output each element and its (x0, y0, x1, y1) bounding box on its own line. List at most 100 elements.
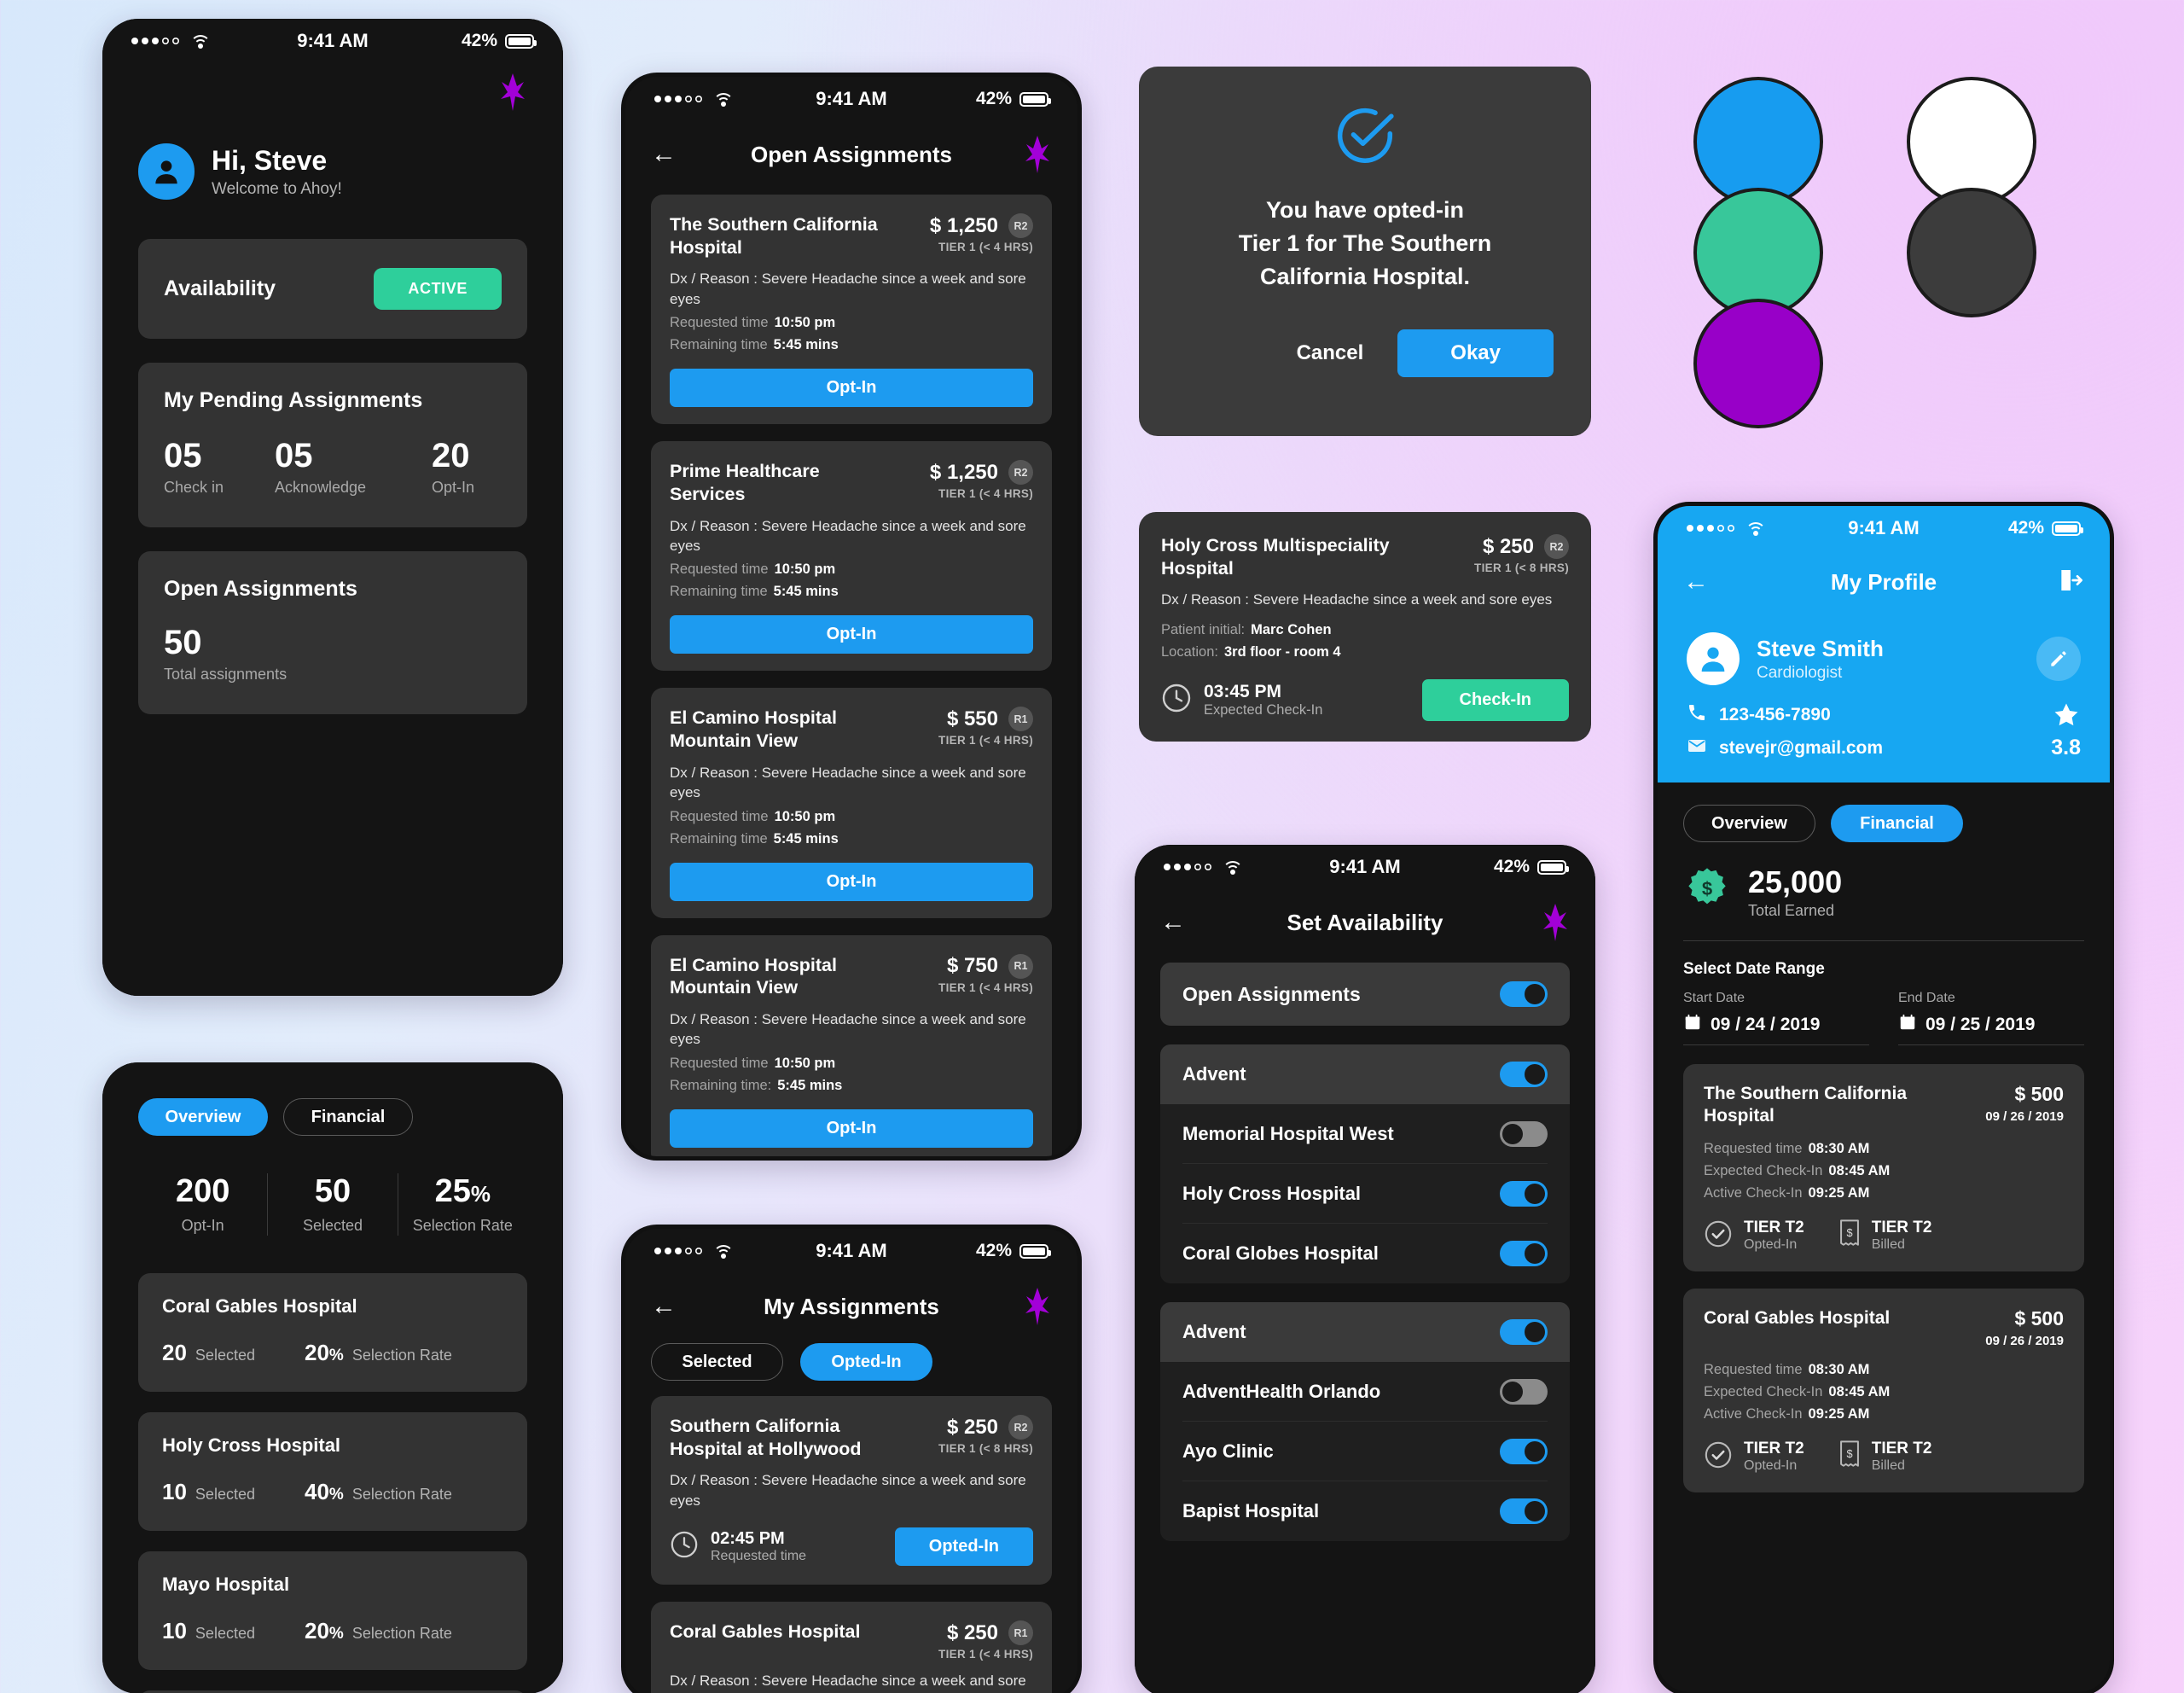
tier-optin-block: TIER T2 Opted-In (1704, 1219, 1804, 1253)
selected-label: Selected (195, 1624, 255, 1642)
wifi-icon (190, 33, 211, 49)
diagnosis-text: Dx / Reason : Severe Headache since a we… (670, 271, 1026, 307)
back-arrow-icon[interactable]: ← (651, 142, 677, 167)
back-arrow-icon[interactable]: ← (1683, 569, 1709, 595)
availability-row[interactable]: Open Assignments (1182, 963, 1548, 1026)
availability-row[interactable]: Holy Cross Hospital (1182, 1164, 1548, 1224)
hospital-name: Coral Gables Hospital (162, 1294, 357, 1317)
availability-status-badge[interactable]: ACTIVE (374, 268, 502, 310)
tier-optin-title: TIER T2 (1744, 1440, 1804, 1458)
availability-toggle[interactable] (1500, 1180, 1548, 1207)
stat-label: Selection Rate (412, 1217, 513, 1234)
selected-count: 20 (162, 1339, 187, 1365)
mail-icon (1687, 736, 1707, 760)
page-title: Open Assignments (751, 141, 952, 167)
edit-profile-button[interactable] (2036, 637, 2081, 681)
opt-in-button[interactable]: Opt-In (670, 862, 1033, 901)
pending-stat: 20 Opt-In (432, 437, 474, 497)
opted-in-button[interactable]: Opted-In (894, 1527, 1033, 1567)
tab-financial[interactable]: Financial (1831, 805, 1963, 842)
requested-time-row: Requested time 08:30 AM (1704, 1141, 1870, 1157)
tier-optin-title: TIER T2 (1744, 1219, 1804, 1237)
logout-icon[interactable] (2057, 567, 2084, 598)
tier-label: TIER 1 (< 8 HRS) (938, 1442, 1033, 1455)
price: $ 1,250 (929, 460, 998, 484)
availability-row[interactable]: Memorial Hospital West (1182, 1104, 1548, 1164)
battery-percent: 42% (461, 31, 497, 50)
availability-group-1: Open Assignments (1160, 963, 1570, 1026)
assignment-card[interactable]: Southern California Hospital at Hollywoo… (651, 1396, 1052, 1585)
phone-home: 9:41 AM 42% Hi, Steve Welcome to Ahoy! A… (102, 19, 563, 996)
checkin-assignment-card[interactable]: Holy Cross Multispeciality Hospital $ 25… (1139, 512, 1591, 742)
earning-history-card[interactable]: The Southern California Hospital $ 500 0… (1683, 1064, 2084, 1272)
app-logo-icon (1541, 904, 1570, 941)
profile-email: stevejr@gmail.com (1719, 737, 1884, 758)
signal-dots-icon (1164, 864, 1211, 870)
availability-row[interactable]: AdventHealth Orlando (1182, 1362, 1548, 1422)
availability-toggle[interactable] (1500, 1120, 1548, 1147)
assignment-card[interactable]: The Southern California Hospital $ 1,250… (651, 195, 1052, 425)
assignment-card[interactable]: El Camino Hospital Mountain View $ 750 R… (651, 934, 1052, 1156)
tier-optin-sub: Opted-In (1744, 1458, 1798, 1474)
opt-in-button[interactable]: Opt-In (670, 1108, 1033, 1148)
back-arrow-icon[interactable]: ← (651, 1294, 677, 1319)
my-profile-screen: 9:41 AM 42% ← My Profile Steve Smith Car… (1658, 506, 2110, 1692)
availability-row[interactable]: Coral Globes Hospital (1182, 1224, 1548, 1283)
availability-toggle[interactable] (1500, 981, 1548, 1007)
page-title: Set Availability (1287, 909, 1443, 935)
okay-button[interactable]: Okay (1397, 329, 1554, 378)
tier-label: TIER 1 (< 4 HRS) (938, 487, 1033, 501)
end-date-field[interactable]: End Date 09 / 25 / 2019 (1898, 991, 2084, 1045)
assignment-card[interactable]: Coral Gables Hospital $ 250 R1 TIER 1 (<… (651, 1602, 1052, 1693)
availability-toggle[interactable] (1500, 1378, 1548, 1405)
analytics-screen: Overview Financial 200 Opt-In 50 Selecte… (102, 1062, 563, 1693)
wifi-icon (1745, 521, 1766, 536)
hospital-stat-card[interactable]: Mayo Hospital 10 Selected 20% Selection … (138, 1550, 527, 1670)
availability-row[interactable]: Ayo Clinic (1182, 1422, 1548, 1481)
price: $ 550 (946, 707, 998, 730)
tier-optin-sub: Opted-In (1744, 1237, 1798, 1253)
patient-row: Patient initial: Marc Cohen (1161, 621, 1332, 637)
opt-in-button[interactable]: Opt-In (670, 369, 1033, 408)
stat-label: Check in (164, 479, 224, 496)
cancel-button[interactable]: Cancel (1297, 341, 1364, 365)
rate-value: 20% (304, 1617, 344, 1644)
phone-set-availability: 9:41 AM 42% ← Set Availability Open Assi… (1135, 845, 1595, 1693)
tab-overview[interactable]: Overview (138, 1098, 268, 1136)
availability-toggle[interactable] (1500, 1241, 1548, 1266)
active-checkin-row: Active Check-In 09:25 AM (1704, 1185, 1870, 1201)
availability-label: Coral Globes Hospital (1182, 1242, 1379, 1264)
back-arrow-icon[interactable]: ← (1160, 910, 1186, 935)
tier-billed-sub: Billed (1871, 1458, 1905, 1474)
tab-overview[interactable]: Overview (1683, 805, 1815, 842)
greeting-text: Hi, Steve (212, 144, 328, 176)
availability-toggle[interactable] (1500, 1498, 1548, 1524)
open-assignments-card[interactable]: Open Assignments 50 Total assignments (138, 551, 527, 714)
svg-text:$: $ (1846, 1446, 1852, 1459)
assignment-card[interactable]: El Camino Hospital Mountain View $ 550 R… (651, 688, 1052, 918)
hospital-name: El Camino Hospital Mountain View (670, 954, 837, 998)
hospital-stat-card[interactable]: Coral Gables Hospital 20 Selected 20% Se… (138, 1272, 527, 1392)
availability-row[interactable]: Advent (1160, 1044, 1570, 1104)
tab-selected[interactable]: Selected (651, 1343, 783, 1381)
avatar (138, 143, 195, 200)
start-date-value: 09 / 24 / 2019 (1711, 1014, 1821, 1034)
stat-value: 05 (275, 437, 313, 474)
opt-in-button[interactable]: Opt-In (670, 615, 1033, 655)
availability-toggle[interactable] (1500, 1062, 1548, 1087)
start-date-label: Start Date (1683, 991, 1745, 1005)
availability-row[interactable]: Advent (1160, 1302, 1570, 1362)
tab-opted-in[interactable]: Opted-In (800, 1343, 932, 1381)
availability-toggle[interactable] (1500, 1319, 1548, 1345)
hospital-stat-card[interactable]: Holy Cross Hospital 10 Selected 40% Sele… (138, 1411, 527, 1531)
tab-financial[interactable]: Financial (283, 1098, 413, 1136)
earning-history-card[interactable]: Coral Gables Hospital $ 500 09 / 26 / 20… (1683, 1289, 2084, 1493)
availability-toggle[interactable] (1500, 1438, 1548, 1464)
assignment-card[interactable]: Prime Healthcare Services $ 1,250 R2 TIE… (651, 441, 1052, 672)
availability-row[interactable]: Bapist Hospital (1182, 1481, 1548, 1541)
check-in-button[interactable]: Check-In (1421, 678, 1569, 721)
start-date-field[interactable]: Start Date 09 / 24 / 2019 (1683, 991, 1869, 1045)
hospital-stat-card-partial[interactable] (138, 1690, 527, 1693)
selected-label: Selected (195, 1485, 255, 1503)
remaining-time-row: Remaining time 5:45 mins (670, 830, 839, 846)
